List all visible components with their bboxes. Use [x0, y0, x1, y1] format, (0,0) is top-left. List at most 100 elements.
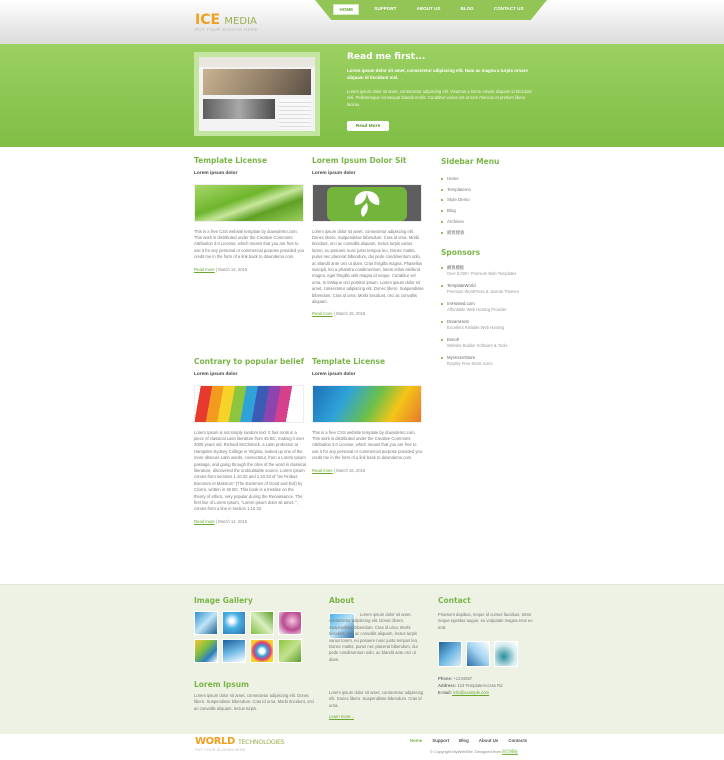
sidebar-item-home[interactable]: Home	[441, 174, 541, 185]
banner-read-more-button[interactable]: Read More	[347, 121, 389, 131]
read-more-link[interactable]: Read more	[194, 519, 215, 524]
gallery-title: Image Gallery	[194, 596, 253, 605]
post-text: This is a free CSS website template by d…	[194, 228, 305, 260]
sponsor-desc: Premium WordPress & Joomla Themes	[447, 289, 519, 295]
gallery-thumb[interactable]	[194, 611, 218, 635]
post-title[interactable]: Template License	[312, 357, 424, 367]
banner-screenshot-image	[194, 52, 320, 136]
contact-text: Praesent dapibus, neque id cursus faucib…	[438, 612, 533, 630]
phone-value: +1234567	[452, 676, 473, 681]
gallery-thumb[interactable]	[278, 611, 302, 635]
post-card: Template License Lorem ipsum dolor This …	[194, 156, 306, 272]
footer-logo[interactable]: WORLD TECHNOLOGIES PUT YOUR SLOGAN HERE	[195, 736, 285, 752]
read-more-link[interactable]: Read more	[194, 267, 215, 272]
sidebar: Sidebar Menu Home Templatemo Style Demo …	[441, 157, 541, 373]
post-title[interactable]: Contrary to popular belief	[194, 357, 306, 367]
copyright-text: © Copyright MyWebSite. Designed from	[430, 749, 503, 754]
contact-address: Address: 123 TemplateAccess Rd	[438, 683, 538, 689]
gallery-thumb[interactable]	[250, 611, 274, 635]
sponsor-item[interactable]: MyVectorStore Royalty Free Stock Icons	[441, 355, 541, 367]
banner-lead-text: Lorem ipsum dolor sit amet, consectetur …	[347, 68, 528, 80]
about-text-2: Lorem ipsum dolor sit amet, consectetur …	[329, 690, 424, 708]
logo-main: ICE	[195, 12, 221, 28]
lorem-ipsum-title: Lorem Ipsum	[194, 680, 249, 689]
post-image	[194, 183, 304, 222]
post-subtitle: Lorem ipsum dolor	[194, 371, 238, 377]
post-title[interactable]: Lorem Ipsum Dolor Sit	[312, 156, 424, 166]
footer-nav-about-us[interactable]: About Us	[479, 738, 499, 743]
footer-nav-contacts[interactable]: Contacts	[508, 738, 527, 743]
post-text: This is a free CSS website template by d…	[312, 429, 423, 461]
sidebar-item-archives[interactable]: Archives	[441, 217, 541, 228]
post-image	[312, 183, 422, 222]
learn-more-link[interactable]: Learn more...	[329, 714, 354, 720]
post-image	[194, 384, 304, 423]
copyright: © Copyright MyWebSite. Designed from 网页模…	[430, 749, 518, 755]
post-subtitle: Lorem ipsum dolor	[312, 170, 356, 176]
post-text: Lorem Ipsum is not simply random text. I…	[194, 429, 306, 512]
sponsor-item[interactable]: 網頁模板 Over 8,000+ Premium Web Templates	[441, 265, 541, 277]
about-title: About	[329, 596, 355, 605]
site-logo[interactable]: ICE MEDIA PUT YOUR SLOGAN HERE	[195, 12, 258, 32]
credit-link[interactable]: 网页模板	[502, 749, 518, 754]
footer-nav: Home Support Blog About Us Contacts	[410, 738, 527, 743]
phone-label: Phone:	[438, 676, 453, 681]
post-text: Lorem ipsum dolor sit amet, consectetur …	[312, 228, 424, 304]
sponsor-item[interactable]: TemplateWorld Premium WordPress & Joomla …	[441, 283, 541, 295]
nav-blog[interactable]: BLOG	[455, 4, 478, 15]
sponsor-desc: Over 8,000+ Premium Web Templates	[447, 271, 517, 277]
sponsor-desc: Royalty Free Stock Icons	[447, 361, 493, 367]
post-card: Template License Lorem ipsum dolor This …	[312, 357, 424, 473]
post-date: | March 15, 2015	[332, 311, 366, 317]
sponsor-item[interactable]: ImHosted.com Affordable Web Hosting Provi…	[441, 301, 541, 313]
sidebar-menu-title: Sidebar Menu	[441, 157, 500, 166]
nav-contact-us[interactable]: CONTACT US	[489, 4, 529, 15]
post-subtitle: Lorem ipsum dolor	[194, 170, 238, 176]
sidebar-item-style-demo[interactable]: Style Demo	[441, 195, 541, 206]
sponsor-desc: Affordable Web Hosting Provider	[447, 307, 507, 313]
banner-title: Read me first...	[347, 52, 426, 62]
logo-sub: MEDIA	[224, 16, 257, 27]
read-more-link[interactable]: Read more	[312, 468, 333, 473]
main-nav: HOME SUPPORT ABOUT US BLOG CONTACT US	[315, 0, 547, 20]
sponsor-desc: Website Builder Software & Tools	[447, 343, 508, 349]
contact-email: E-mail: info@example.com	[438, 690, 538, 696]
post-date: | March 16, 2015	[332, 467, 366, 473]
contact-thumb[interactable]	[466, 641, 490, 667]
contact-thumb[interactable]	[438, 641, 462, 667]
email-link[interactable]: info@example.com	[452, 690, 489, 695]
nav-support[interactable]: SUPPORT	[369, 4, 401, 15]
gallery-thumb[interactable]	[222, 611, 246, 635]
contact-thumbnails	[438, 641, 518, 667]
footer-nav-home[interactable]: Home	[410, 738, 422, 743]
gallery-thumb[interactable]	[194, 639, 218, 663]
post-date: | March 14, 2015	[214, 518, 248, 524]
post-date: | March 14, 2015	[214, 266, 248, 272]
contact-thumb[interactable]	[494, 641, 518, 667]
footer	[0, 734, 724, 760]
post-title[interactable]: Template License	[194, 156, 306, 166]
contact-phone: Phone: +1234567	[438, 676, 538, 682]
gallery-thumb[interactable]	[278, 639, 302, 663]
nav-about-us[interactable]: ABOUT US	[411, 4, 445, 15]
sidebar-menu: Home Templatemo Style Demo Blog Archives…	[441, 174, 541, 238]
footer-nav-support[interactable]: Support	[432, 738, 449, 743]
lorem-ipsum-text: Lorem ipsum dolor sit amet, consectetur …	[194, 693, 314, 711]
gallery-thumb[interactable]	[250, 639, 274, 663]
address-label: Address:	[438, 683, 457, 688]
email-label: E-mail:	[438, 690, 452, 695]
sponsor-item[interactable]: Evnoll Website Builder Software & Tools	[441, 337, 541, 349]
site-slogan: PUT YOUR SLOGAN HERE	[195, 27, 258, 32]
sidebar-item-blog[interactable]: Blog	[441, 206, 541, 217]
sidebar-item-templatemo[interactable]: Templatemo	[441, 185, 541, 196]
post-subtitle: Lorem ipsum dolor	[312, 371, 356, 377]
sidebar-item-templates[interactable]: 網頁模板	[441, 228, 541, 239]
banner-body-text: Lorem ipsum dolor sit amet, consectetur …	[347, 89, 532, 107]
footer-nav-blog[interactable]: Blog	[459, 738, 469, 743]
sponsor-desc: Excellent Reliable Web Hosting	[447, 325, 505, 331]
header: ICE MEDIA PUT YOUR SLOGAN HERE HOME SUPP…	[0, 0, 724, 44]
gallery-thumb[interactable]	[222, 639, 246, 663]
read-more-link[interactable]: Read more	[312, 311, 333, 316]
sponsor-item[interactable]: DreamHost Excellent Reliable Web Hosting	[441, 319, 541, 331]
nav-home[interactable]: HOME	[333, 4, 360, 15]
